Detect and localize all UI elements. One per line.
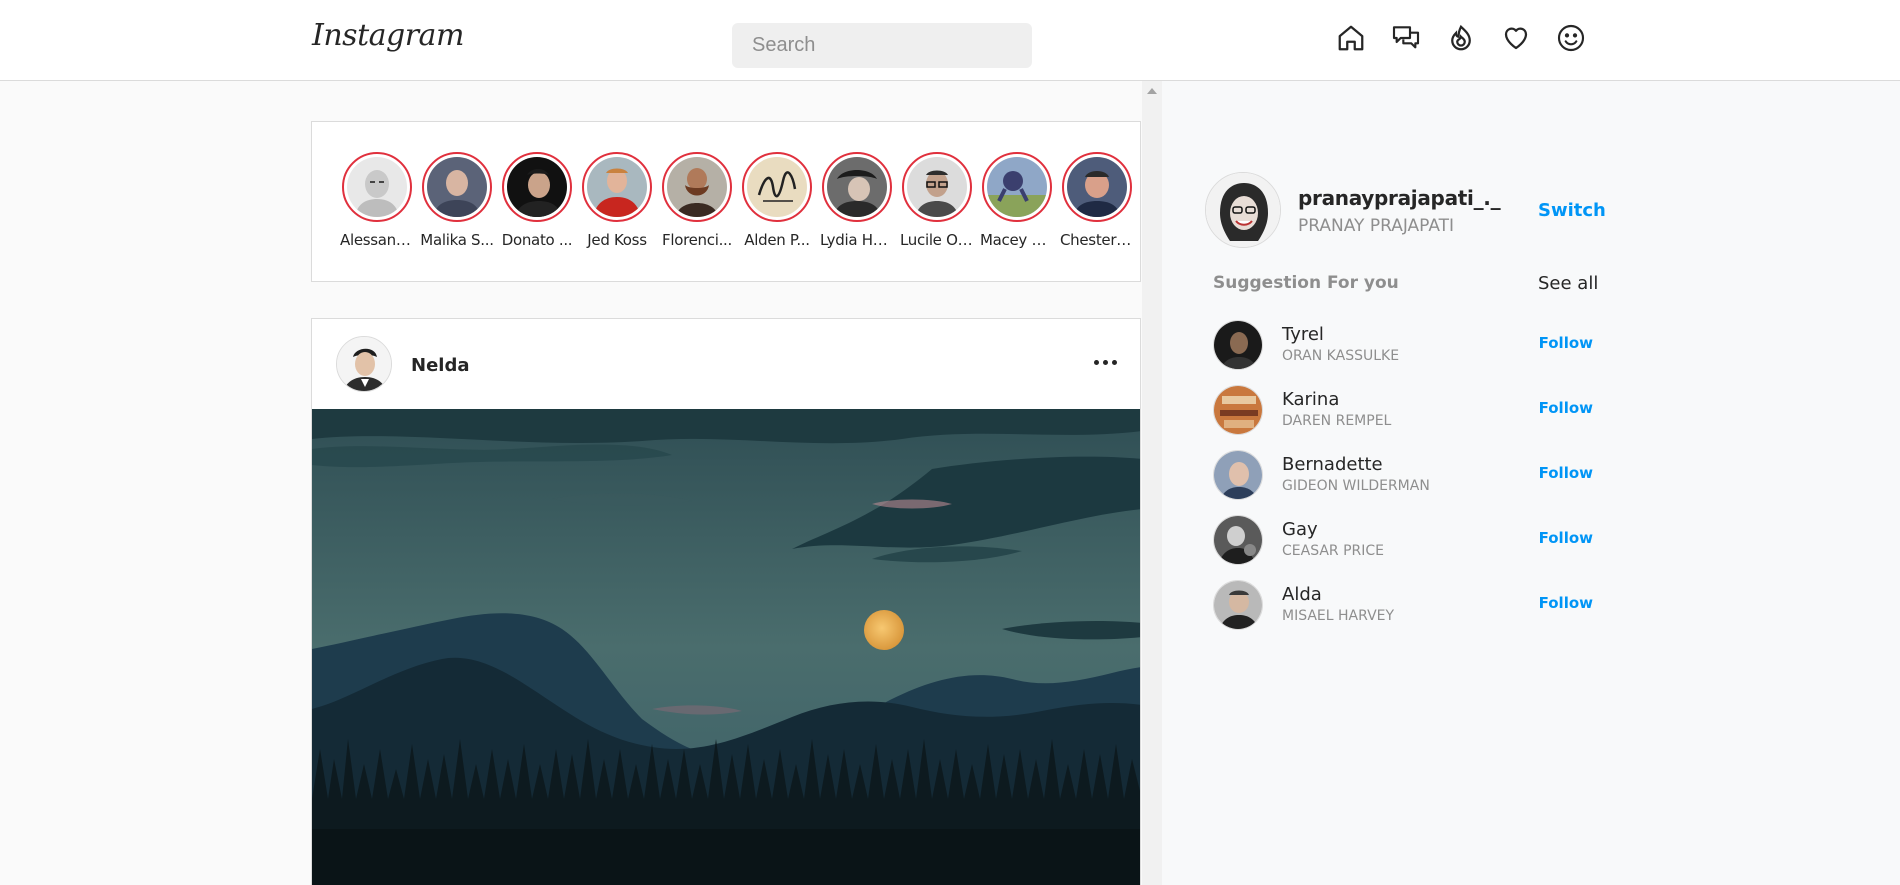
avatar (827, 157, 887, 217)
activity-heart-icon[interactable] (1500, 22, 1532, 54)
explore-icon[interactable] (1445, 22, 1477, 54)
stories-tray: Alessand... Malika S... Donato ... Jed K… (311, 121, 1141, 282)
current-user-username[interactable]: pranayprajapati_._ (1298, 186, 1501, 210)
follow-button[interactable]: Follow (1539, 529, 1593, 547)
suggestions-heading: Suggestion For you (1213, 273, 1399, 293)
story-item[interactable]: Malika S... (420, 152, 494, 249)
feed-post: Nelda (311, 318, 1141, 885)
suggestion-name[interactable]: Alda (1282, 584, 1322, 605)
story-item[interactable]: Florenci... (660, 152, 734, 249)
see-all-link[interactable]: See all (1538, 273, 1598, 294)
nav-icons (1335, 22, 1587, 54)
story-name: Florenci... (662, 231, 732, 249)
more-options-icon[interactable] (1087, 347, 1123, 377)
story-ring (902, 152, 972, 222)
current-user-avatar[interactable] (1205, 172, 1281, 248)
suggestion-subtitle: MISAEL HARVEY (1282, 608, 1395, 624)
avatar (747, 157, 807, 217)
story-ring (1062, 152, 1132, 222)
story-name: Alden P... (744, 231, 810, 249)
story-item[interactable]: Donato ... (500, 152, 574, 249)
avatar[interactable] (1213, 320, 1263, 370)
avatar (347, 157, 407, 217)
avatar[interactable] (1213, 515, 1263, 565)
suggestion-item: Karina DAREN REMPEL Follow (1213, 385, 1593, 437)
follow-button[interactable]: Follow (1539, 594, 1593, 612)
story-item[interactable]: Lydia He... (820, 152, 894, 249)
story-ring (662, 152, 732, 222)
story-item[interactable]: Lucile O'... (900, 152, 974, 249)
suggestion-subtitle: DAREN REMPEL (1282, 413, 1392, 429)
story-item[interactable]: Alden P... (740, 152, 814, 249)
avatar[interactable] (1213, 580, 1263, 630)
current-user-fullname: PRANAY PRAJAPATI (1298, 216, 1455, 236)
avatar (667, 157, 727, 217)
story-name: Donato ... (501, 231, 573, 249)
avatar (427, 157, 487, 217)
story-name: Alessand... (340, 231, 414, 249)
suggestion-subtitle: GIDEON WILDERMAN (1282, 478, 1430, 494)
instagram-logo[interactable]: Instagram (312, 18, 464, 53)
suggestion-subtitle: ORAN KASSULKE (1282, 348, 1400, 364)
avatar (907, 157, 967, 217)
story-ring (582, 152, 652, 222)
avatar (507, 157, 567, 217)
story-name: Malika S... (420, 231, 494, 249)
avatar (1067, 157, 1127, 217)
avatar[interactable] (1213, 450, 1263, 500)
follow-button[interactable]: Follow (1539, 334, 1593, 352)
top-navbar: Instagram (0, 0, 1900, 81)
post-header: Nelda (312, 319, 1140, 409)
story-ring (822, 152, 892, 222)
suggestion-name[interactable]: Karina (1282, 389, 1339, 410)
suggestion-name[interactable]: Gay (1282, 519, 1318, 540)
story-ring (342, 152, 412, 222)
story-name: Macey O... (980, 231, 1054, 249)
avatar (987, 157, 1047, 217)
story-name: Jed Koss (587, 231, 647, 249)
story-ring (982, 152, 1052, 222)
messages-icon[interactable] (1390, 22, 1422, 54)
story-item[interactable]: Chester ... (1060, 152, 1134, 249)
switch-account-link[interactable]: Switch (1538, 200, 1606, 221)
story-item[interactable]: Macey O... (980, 152, 1054, 249)
scroll-up-arrow-icon[interactable] (1147, 88, 1157, 94)
avatar[interactable] (1213, 385, 1263, 435)
home-icon[interactable] (1335, 22, 1367, 54)
post-author-avatar[interactable] (336, 336, 392, 392)
search-input[interactable] (732, 23, 1032, 68)
suggestion-item: Tyrel ORAN KASSULKE Follow (1213, 320, 1593, 372)
suggestion-item: Bernadette GIDEON WILDERMAN Follow (1213, 450, 1593, 502)
story-item[interactable]: Alessand... (340, 152, 414, 249)
post-author-username[interactable]: Nelda (411, 355, 469, 376)
suggestion-subtitle: CEASAR PRICE (1282, 543, 1385, 559)
avatar (587, 157, 647, 217)
story-ring (502, 152, 572, 222)
story-item[interactable]: Jed Koss (580, 152, 654, 249)
follow-button[interactable]: Follow (1539, 399, 1593, 417)
profile-icon[interactable] (1555, 22, 1587, 54)
story-name: Lucile O'... (900, 231, 974, 249)
post-image[interactable] (312, 409, 1140, 885)
story-name: Chester ... (1060, 231, 1134, 249)
story-ring (422, 152, 492, 222)
story-ring (742, 152, 812, 222)
suggestion-item: Alda MISAEL HARVEY Follow (1213, 580, 1593, 632)
suggestion-name[interactable]: Bernadette (1282, 454, 1383, 475)
feed-scrollbar[interactable] (1142, 81, 1162, 885)
suggestion-name[interactable]: Tyrel (1282, 324, 1324, 345)
story-name: Lydia He... (820, 231, 894, 249)
follow-button[interactable]: Follow (1539, 464, 1593, 482)
suggestion-item: Gay CEASAR PRICE Follow (1213, 515, 1593, 567)
